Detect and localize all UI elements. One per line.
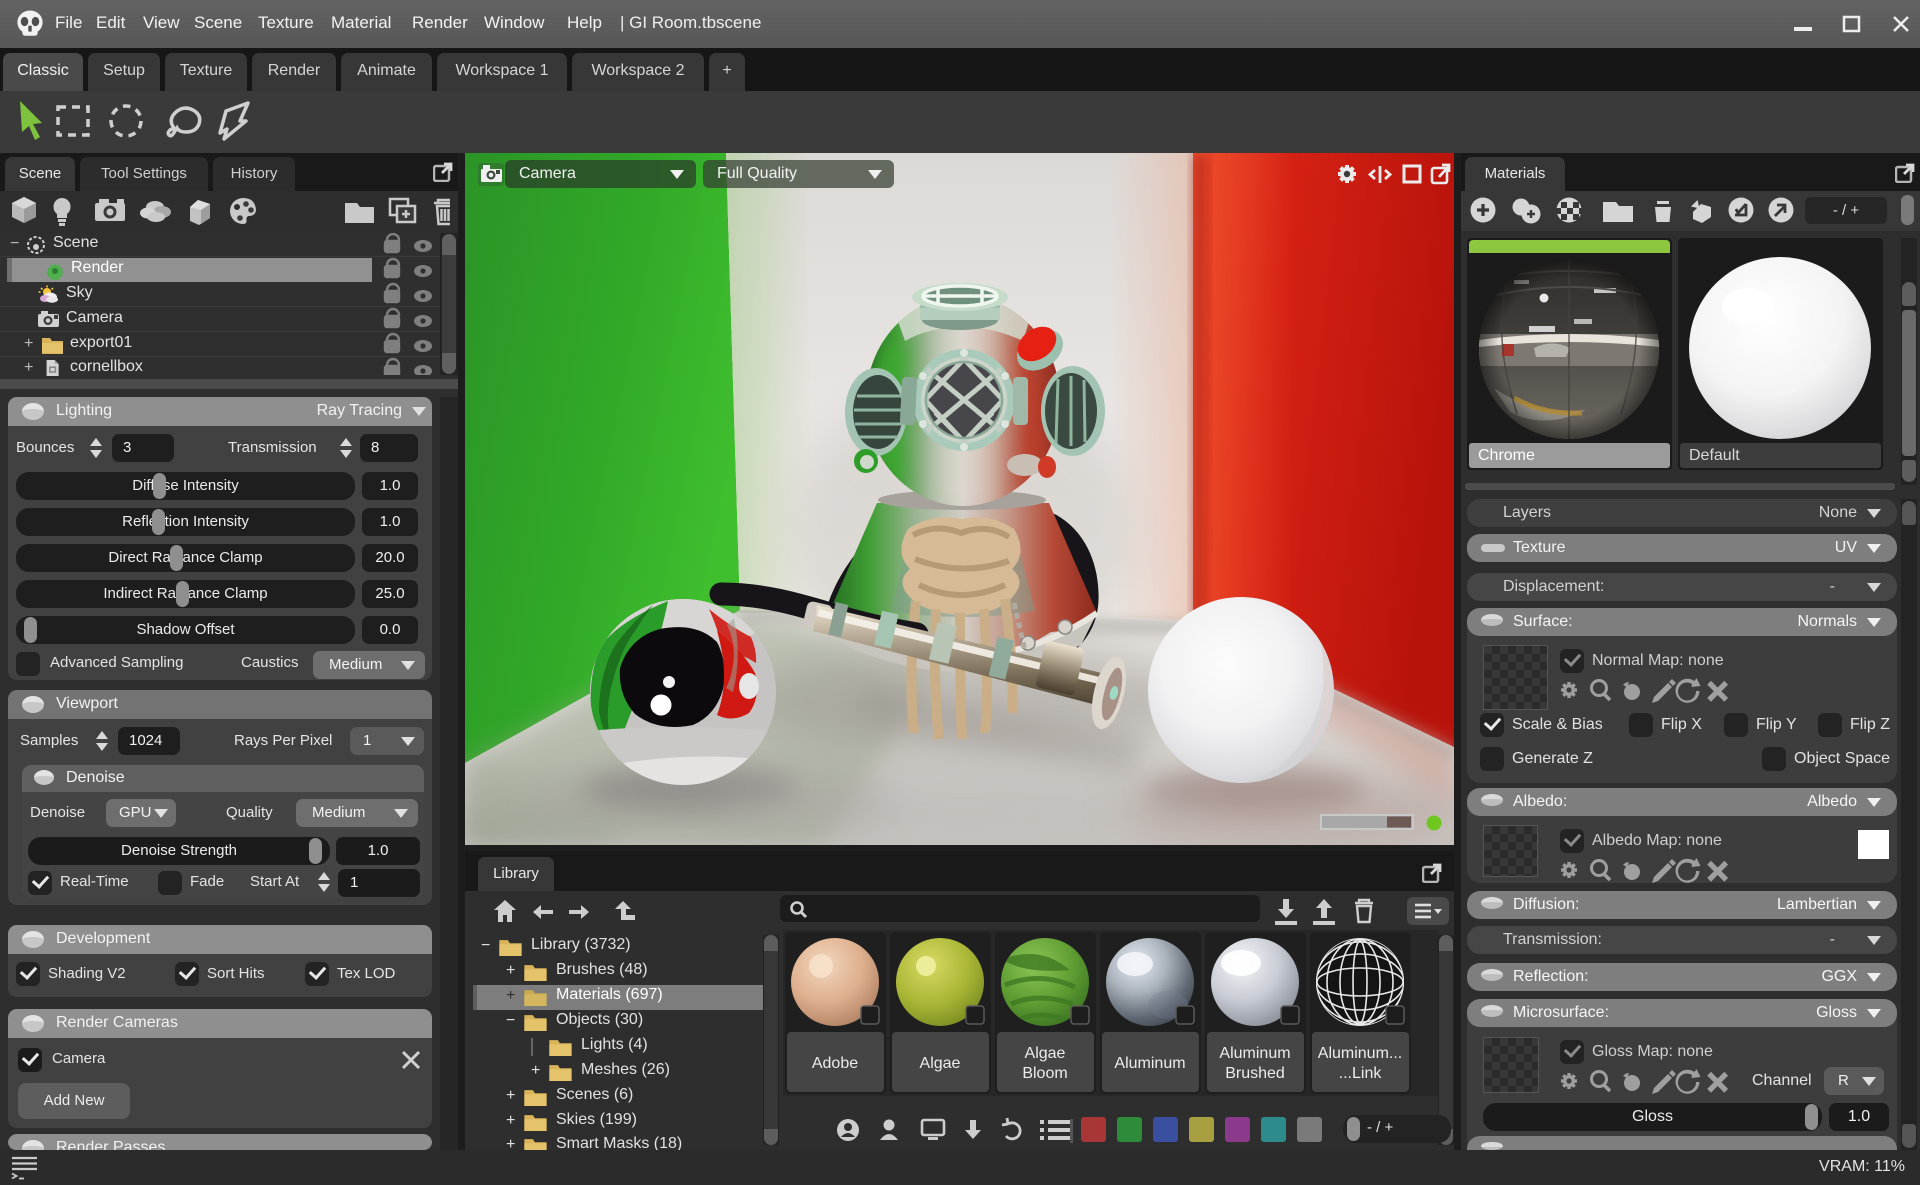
svg-text:Adobe: Adobe bbox=[812, 1055, 858, 1072]
svg-text:Algae: Algae bbox=[920, 1055, 961, 1072]
svg-text:Aluminum: Aluminum bbox=[1114, 1055, 1185, 1072]
svg-text:Algae: Algae bbox=[1025, 1045, 1066, 1062]
svg-text:Aluminum...: Aluminum... bbox=[1318, 1045, 1402, 1062]
svg-text:Aluminum: Aluminum bbox=[1219, 1045, 1290, 1062]
svg-text:Bloom: Bloom bbox=[1022, 1065, 1067, 1082]
svg-text:Brushed: Brushed bbox=[1225, 1065, 1285, 1082]
svg-text:...Link: ...Link bbox=[1339, 1065, 1383, 1082]
